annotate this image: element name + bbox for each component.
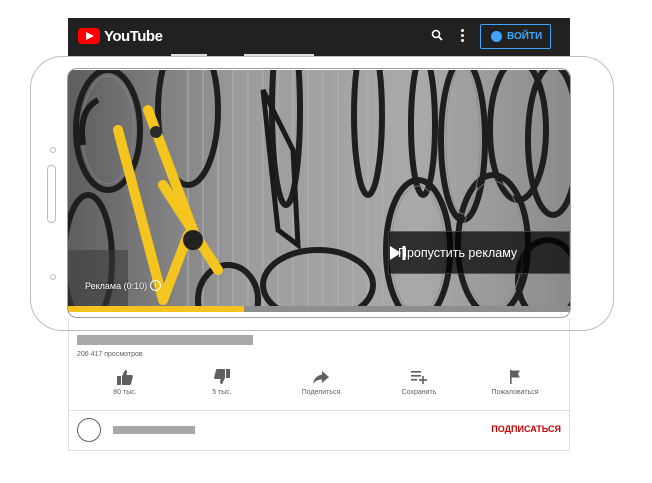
thumbs-up-icon (117, 370, 133, 385)
channel-name-placeholder[interactable] (113, 426, 195, 434)
top-bar: YouTube ВОЙТИ (68, 18, 570, 56)
signin-button[interactable]: ВОЙТИ (480, 24, 551, 49)
phone-home-dot (50, 274, 56, 280)
playlist-add-icon (411, 371, 427, 384)
share-button[interactable]: Поделиться (281, 368, 361, 396)
phone-frame (30, 56, 614, 331)
search-icon[interactable] (431, 29, 443, 41)
dislike-button[interactable]: 5 тыс. (182, 368, 262, 396)
subscribe-button[interactable]: ПОДПИСАТЬСЯ (491, 424, 561, 434)
video-title-placeholder (77, 335, 253, 345)
youtube-wordmark[interactable]: YouTube (104, 28, 163, 45)
divider (69, 410, 571, 411)
thumbs-down-icon (214, 369, 230, 384)
video-info-panel: 206 417 просмотров 80 тыс. 5 тыс. Подели… (68, 318, 571, 451)
action-bar: 80 тыс. 5 тыс. Поделиться Сохранить Пожа… (69, 368, 571, 404)
channel-avatar[interactable] (77, 418, 101, 442)
flag-icon (510, 370, 520, 384)
share-icon (313, 371, 329, 384)
like-button[interactable]: 80 тыс. (85, 368, 165, 396)
phone-side-button (47, 165, 56, 223)
phone-screen-outline (67, 68, 571, 318)
save-button[interactable]: Сохранить (379, 368, 459, 396)
view-count: 206 417 просмотров (77, 351, 143, 358)
more-vert-icon[interactable] (459, 29, 465, 43)
account-icon (491, 31, 502, 42)
like-count: 80 тыс. (113, 389, 137, 396)
phone-sensor-dot (50, 147, 56, 153)
share-label: Поделиться (301, 389, 341, 396)
save-label: Сохранить (401, 389, 437, 396)
signin-label: ВОЙТИ (507, 31, 543, 42)
report-button[interactable]: Пожаловаться (475, 368, 555, 396)
report-label: Пожаловаться (491, 389, 539, 396)
youtube-logo-icon[interactable] (78, 28, 100, 44)
dislike-count: 5 тыс. (212, 389, 232, 396)
